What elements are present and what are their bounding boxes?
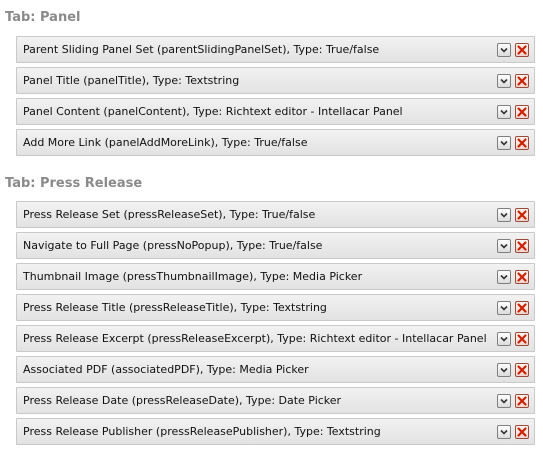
property-label: Press Release Title (pressReleaseTitle),… xyxy=(23,301,327,314)
chevron-down-icon xyxy=(500,429,508,435)
delete-button[interactable] xyxy=(515,208,529,222)
property-label: Press Release Set (pressReleaseSet), Typ… xyxy=(23,208,316,221)
row-actions xyxy=(497,208,529,224)
delete-button[interactable] xyxy=(515,394,529,408)
property-row: Add More Link (panelAddMoreLink), Type: … xyxy=(16,129,535,156)
row-actions xyxy=(497,363,529,379)
delete-x-icon xyxy=(517,272,527,282)
delete-button[interactable] xyxy=(515,74,529,88)
delete-x-icon xyxy=(517,138,527,148)
delete-button[interactable] xyxy=(515,301,529,315)
delete-x-icon xyxy=(517,365,527,375)
row-actions xyxy=(497,270,529,286)
row-actions xyxy=(497,43,529,59)
expand-button[interactable] xyxy=(497,74,511,88)
delete-x-icon xyxy=(517,303,527,313)
delete-button[interactable] xyxy=(515,136,529,150)
delete-x-icon xyxy=(517,210,527,220)
expand-button[interactable] xyxy=(497,105,511,119)
property-row: Press Release Set (pressReleaseSet), Typ… xyxy=(16,201,535,228)
chevron-down-icon xyxy=(500,47,508,53)
row-actions xyxy=(497,301,529,317)
expand-button[interactable] xyxy=(497,239,511,253)
delete-button[interactable] xyxy=(515,425,529,439)
chevron-down-icon xyxy=(500,398,508,404)
delete-button[interactable] xyxy=(515,105,529,119)
delete-x-icon xyxy=(517,76,527,86)
property-label: Parent Sliding Panel Set (parentSlidingP… xyxy=(23,43,380,56)
expand-button[interactable] xyxy=(497,301,511,315)
property-label: Add More Link (panelAddMoreLink), Type: … xyxy=(23,136,308,149)
expand-button[interactable] xyxy=(497,270,511,284)
chevron-down-icon xyxy=(500,212,508,218)
chevron-down-icon xyxy=(500,367,508,373)
chevron-down-icon xyxy=(500,140,508,146)
delete-x-icon xyxy=(517,45,527,55)
delete-button[interactable] xyxy=(515,363,529,377)
property-row: Press Release Title (pressReleaseTitle),… xyxy=(16,294,535,321)
expand-button[interactable] xyxy=(497,43,511,57)
expand-button[interactable] xyxy=(497,332,511,346)
property-row: Press Release Publisher (pressReleasePub… xyxy=(16,418,535,445)
property-label: Navigate to Full Page (pressNoPopup), Ty… xyxy=(23,239,323,252)
chevron-down-icon xyxy=(500,305,508,311)
expand-button[interactable] xyxy=(497,136,511,150)
row-actions xyxy=(497,74,529,90)
property-row: Press Release Excerpt (pressReleaseExcer… xyxy=(16,325,535,352)
property-row: Thumbnail Image (pressThumbnailImage), T… xyxy=(16,263,535,290)
chevron-down-icon xyxy=(500,274,508,280)
delete-x-icon xyxy=(517,334,527,344)
property-label: Thumbnail Image (pressThumbnailImage), T… xyxy=(23,270,363,283)
delete-button[interactable] xyxy=(515,332,529,346)
row-actions xyxy=(497,105,529,121)
row-actions xyxy=(497,425,529,441)
property-label: Panel Title (panelTitle), Type: Textstri… xyxy=(23,74,240,87)
row-actions xyxy=(497,239,529,255)
property-label: Press Release Publisher (pressReleasePub… xyxy=(23,425,381,438)
property-row: Press Release Date (pressReleaseDate), T… xyxy=(16,387,535,414)
delete-x-icon xyxy=(517,241,527,251)
delete-button[interactable] xyxy=(515,239,529,253)
chevron-down-icon xyxy=(500,109,508,115)
property-label: Press Release Excerpt (pressReleaseExcer… xyxy=(23,332,487,345)
delete-x-icon xyxy=(517,107,527,117)
property-label: Associated PDF (associatedPDF), Type: Me… xyxy=(23,363,309,376)
expand-button[interactable] xyxy=(497,363,511,377)
row-actions xyxy=(497,136,529,152)
chevron-down-icon xyxy=(500,243,508,249)
row-actions xyxy=(497,332,529,348)
property-row: Associated PDF (associatedPDF), Type: Me… xyxy=(16,356,535,383)
property-row: Navigate to Full Page (pressNoPopup), Ty… xyxy=(16,232,535,259)
delete-button[interactable] xyxy=(515,43,529,57)
tab-heading: Tab: Panel xyxy=(5,10,81,25)
delete-x-icon xyxy=(517,396,527,406)
property-label: Panel Content (panelContent), Type: Rich… xyxy=(23,105,403,118)
tab-heading: Tab: Press Release xyxy=(5,176,143,191)
property-row: Parent Sliding Panel Set (parentSlidingP… xyxy=(16,36,535,63)
delete-x-icon xyxy=(517,427,527,437)
expand-button[interactable] xyxy=(497,394,511,408)
expand-button[interactable] xyxy=(497,208,511,222)
delete-button[interactable] xyxy=(515,270,529,284)
property-row: Panel Title (panelTitle), Type: Textstri… xyxy=(16,67,535,94)
chevron-down-icon xyxy=(500,78,508,84)
property-label: Press Release Date (pressReleaseDate), T… xyxy=(23,394,342,407)
expand-button[interactable] xyxy=(497,425,511,439)
row-actions xyxy=(497,394,529,410)
property-row: Panel Content (panelContent), Type: Rich… xyxy=(16,98,535,125)
chevron-down-icon xyxy=(500,336,508,342)
